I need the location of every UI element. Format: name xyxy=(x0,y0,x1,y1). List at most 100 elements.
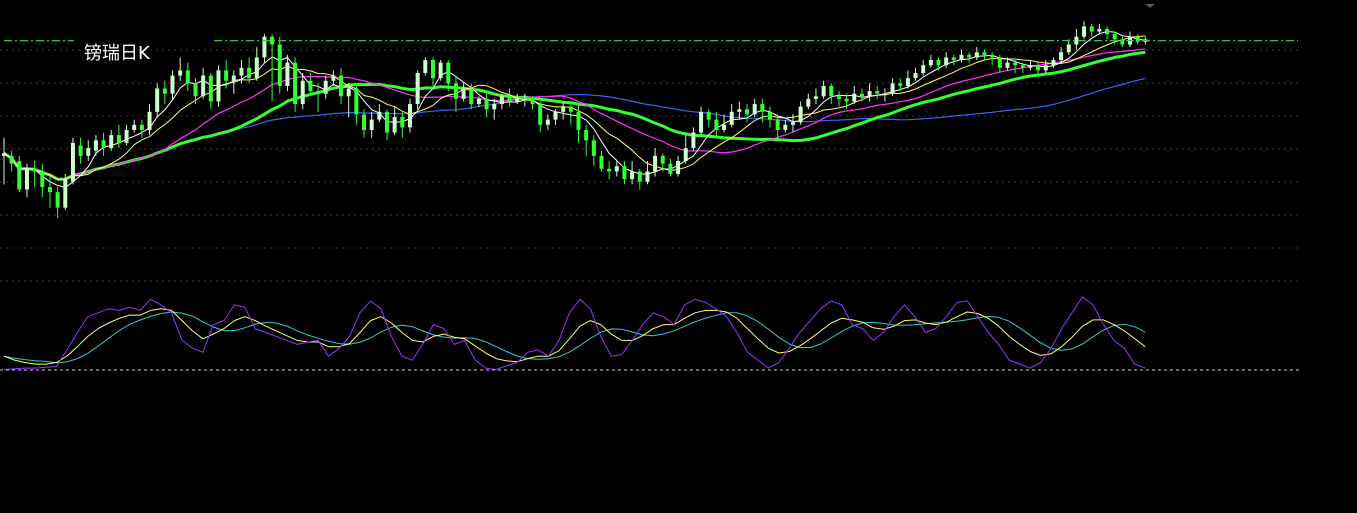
candle xyxy=(162,80,167,105)
candle-body xyxy=(553,111,558,120)
candle xyxy=(139,119,144,138)
candle-body xyxy=(982,52,987,55)
candle-body xyxy=(484,98,489,110)
candle-body xyxy=(9,155,14,164)
candle xyxy=(32,161,37,187)
candle-body xyxy=(737,109,742,112)
candle-body xyxy=(40,171,45,187)
candle-body xyxy=(691,132,696,149)
candle xyxy=(729,104,734,128)
candle-body xyxy=(1043,65,1048,71)
candlestick-series xyxy=(2,21,1148,219)
candle xyxy=(1135,34,1140,45)
candle-body xyxy=(530,98,535,105)
candle xyxy=(1089,23,1094,37)
candle-body xyxy=(492,104,497,110)
candle-body xyxy=(354,88,359,115)
candle xyxy=(124,124,129,146)
candle xyxy=(55,186,60,219)
candle xyxy=(86,140,91,162)
candle-body xyxy=(476,98,481,105)
candle-body xyxy=(385,111,389,133)
candle xyxy=(339,67,344,105)
candle-body xyxy=(124,129,129,143)
candle-body xyxy=(936,60,941,66)
candle-body xyxy=(55,192,60,208)
candle xyxy=(415,70,420,110)
candle xyxy=(392,106,397,136)
candle xyxy=(852,85,857,105)
candle-body xyxy=(760,104,765,112)
candle-body xyxy=(798,106,803,123)
candle xyxy=(768,106,772,128)
candle-body xyxy=(1066,44,1071,53)
chart-title: 镑瑞日K xyxy=(84,43,151,64)
candle-body xyxy=(944,57,949,66)
candle xyxy=(959,49,964,63)
candle-body xyxy=(630,171,635,180)
candle xyxy=(538,101,543,133)
candle-body xyxy=(507,96,512,102)
kdj-k-line xyxy=(3,308,1146,365)
candle-body xyxy=(1036,65,1041,71)
candle-body xyxy=(277,44,282,86)
candle-body xyxy=(346,88,351,97)
candle-body xyxy=(921,65,926,73)
candle-body xyxy=(729,111,734,125)
candle-body xyxy=(308,80,313,92)
candle-body xyxy=(1082,26,1087,37)
candle xyxy=(507,88,512,107)
candle xyxy=(438,60,443,81)
candle-body xyxy=(78,145,83,156)
kdj-indicator-panel xyxy=(0,296,1300,371)
candle xyxy=(637,168,642,190)
candle-body xyxy=(1013,62,1018,66)
candle xyxy=(561,101,566,120)
candle-body xyxy=(522,98,527,100)
candle-body xyxy=(339,75,344,97)
candle xyxy=(1120,36,1125,48)
candle-body xyxy=(101,140,106,149)
candle-body xyxy=(70,142,75,182)
candle xyxy=(377,104,382,123)
candle-body xyxy=(1051,60,1056,66)
candle-body xyxy=(568,106,573,112)
candle-body xyxy=(745,109,750,115)
candle xyxy=(323,75,328,99)
candle xyxy=(706,109,711,128)
candle-body xyxy=(316,91,321,94)
candle-body xyxy=(882,93,887,95)
candle-body xyxy=(400,117,405,128)
candle-body xyxy=(545,119,550,125)
candle-body xyxy=(407,104,412,128)
candle-body xyxy=(584,129,589,141)
candle xyxy=(1097,23,1102,35)
candle xyxy=(1028,60,1033,71)
candle xyxy=(17,155,22,193)
candle-body xyxy=(836,96,841,99)
candle xyxy=(890,78,895,97)
candle-body xyxy=(331,75,336,81)
candle-body xyxy=(469,88,474,105)
candle-body xyxy=(208,75,213,102)
candle xyxy=(116,124,121,149)
candle xyxy=(2,137,6,185)
candle xyxy=(668,158,673,177)
candle-body xyxy=(430,60,435,79)
candle-body xyxy=(668,163,673,174)
candle-body xyxy=(461,88,466,99)
candle-body xyxy=(453,83,458,99)
candle-body xyxy=(300,80,305,105)
candle-body xyxy=(47,186,52,193)
candle-body xyxy=(377,111,382,120)
candle xyxy=(293,57,298,112)
candle-body xyxy=(974,52,979,58)
ma60-line xyxy=(3,77,1146,180)
candle xyxy=(423,57,428,76)
candle-body xyxy=(323,80,328,94)
candle-body xyxy=(438,62,443,79)
candle-body xyxy=(752,104,757,115)
candle-body xyxy=(576,111,581,130)
candle xyxy=(178,57,183,81)
candle-body xyxy=(859,93,864,97)
